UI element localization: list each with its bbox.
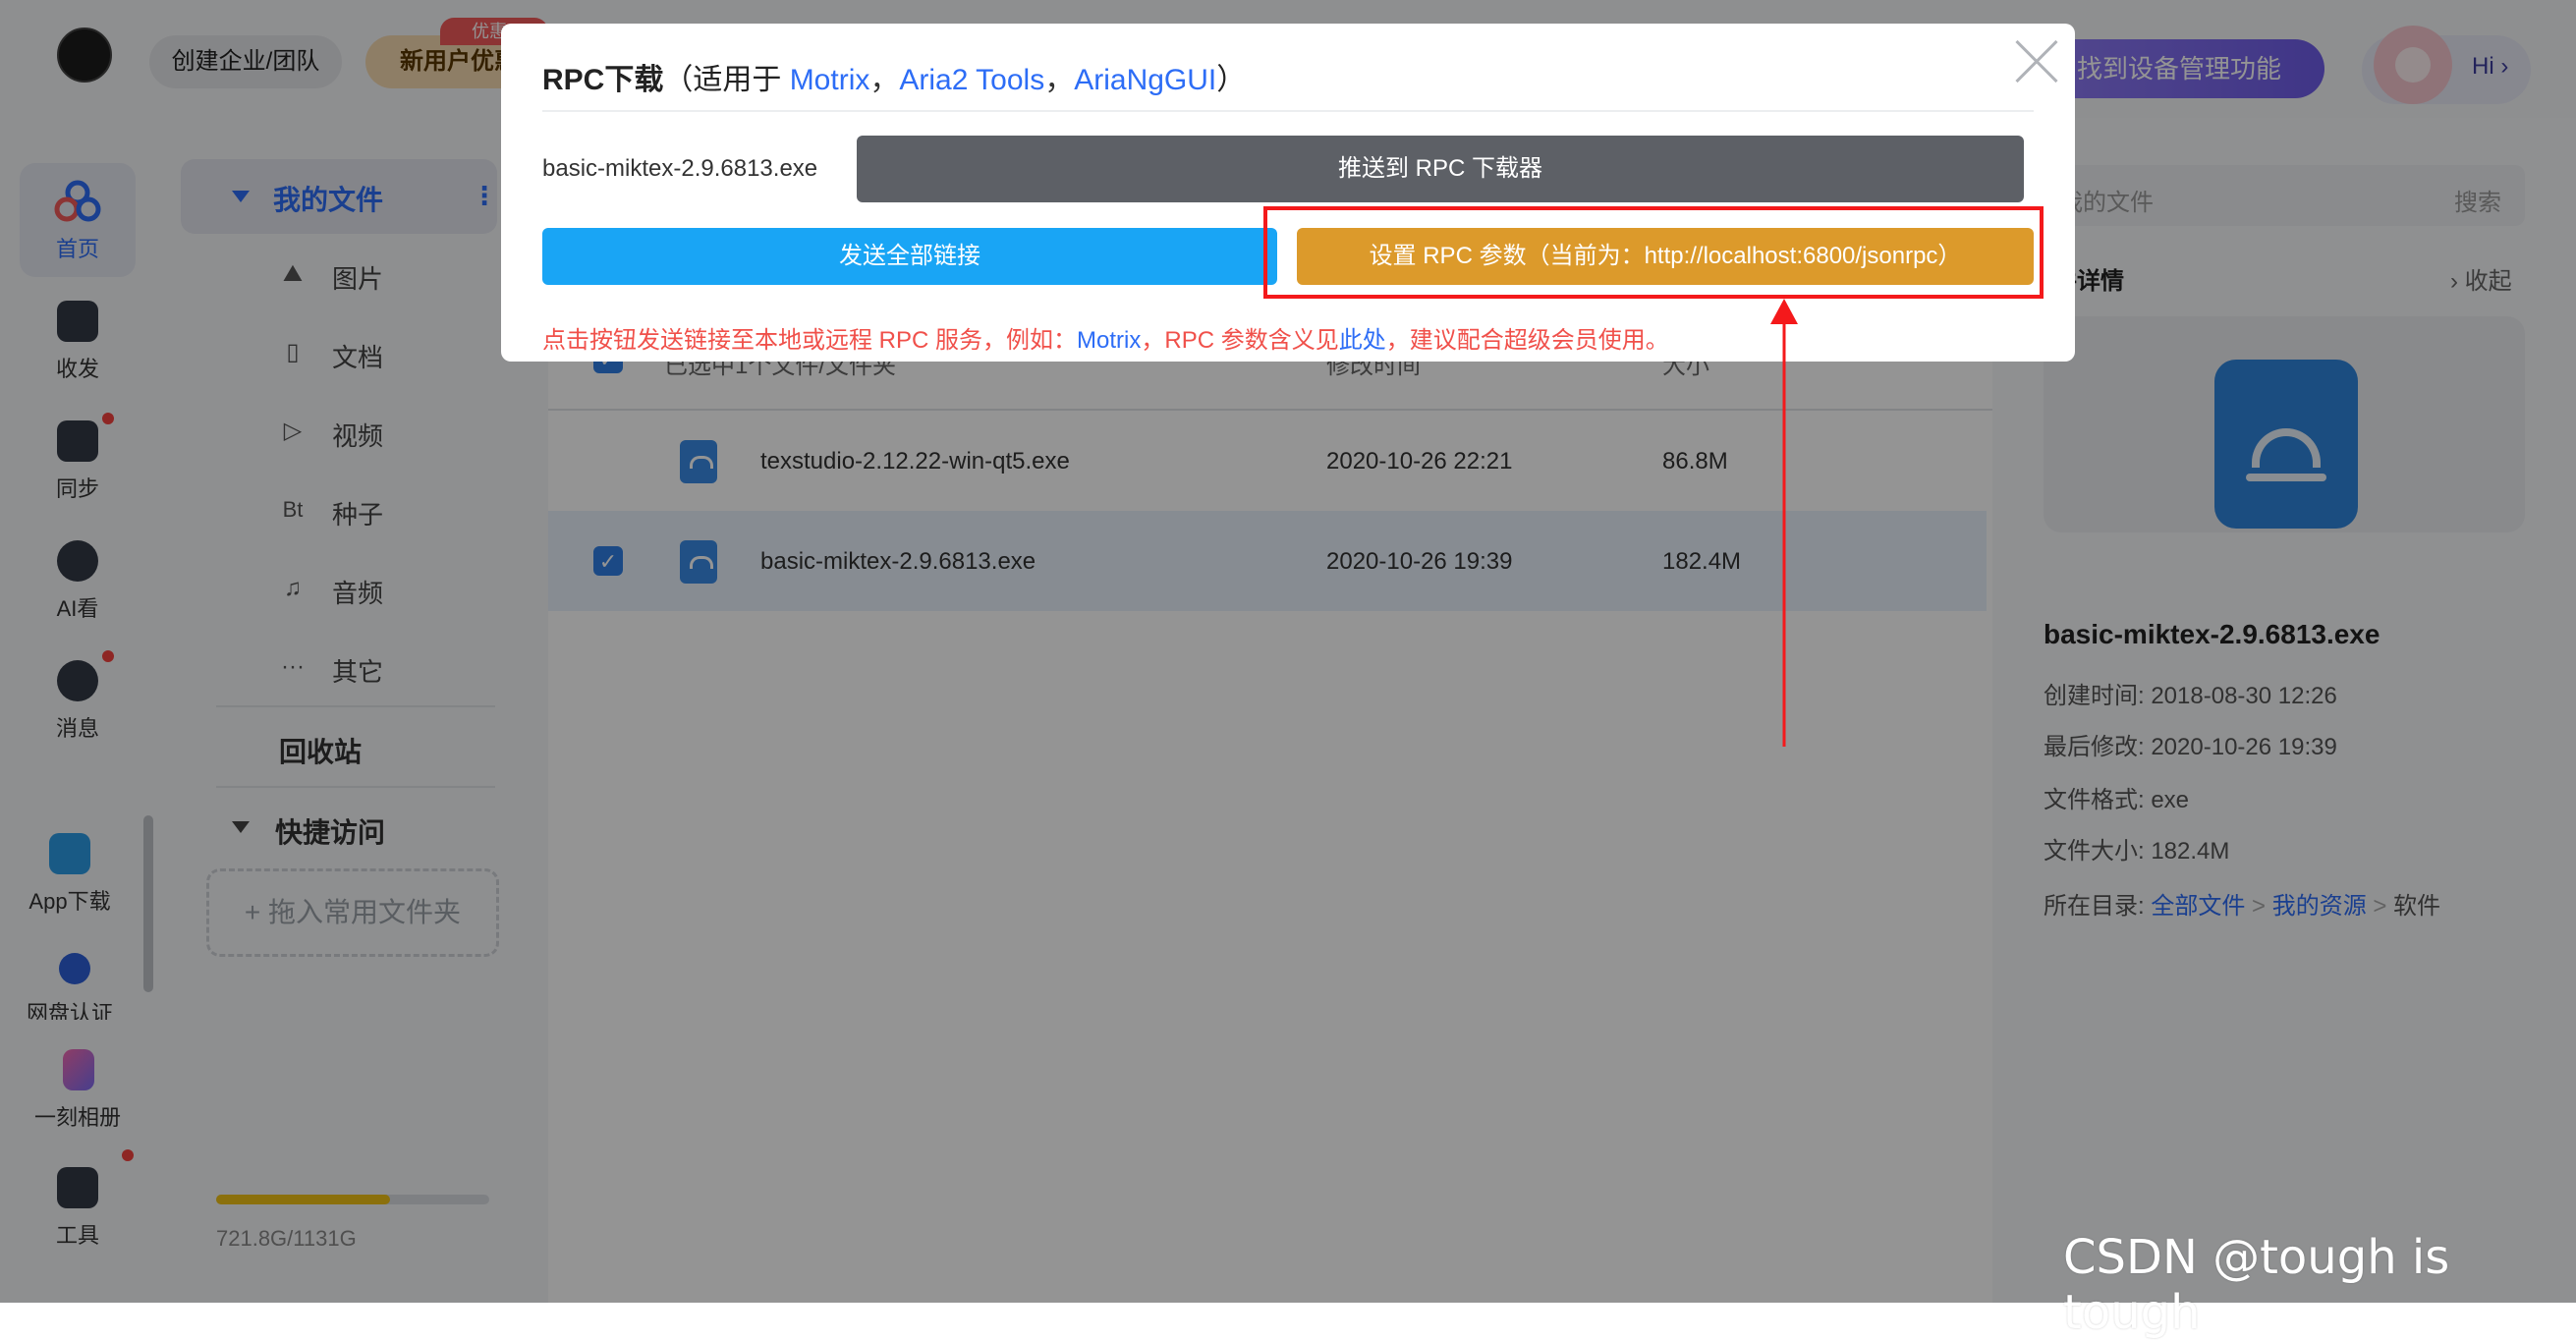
note-text: ，建议配合超级会员使用。 xyxy=(1385,327,1669,354)
note-text: 点击按钮发送链接至本地或远程 RPC 服务，例如： xyxy=(542,327,1078,354)
dialog-title-text: RPC下载 xyxy=(542,64,664,96)
title-separator: ， xyxy=(869,64,900,96)
app-window: 创建企业/团队 新用户优惠 优惠¥ 找到设备管理功能 Hi › 首页 收发 同步… xyxy=(0,0,2576,1340)
dialog-note: 点击按钮发送链接至本地或远程 RPC 服务，例如：Motrix，RPC 参数含义… xyxy=(542,320,1669,355)
link-ariang-gui[interactable]: AriaNgGUI xyxy=(1074,64,1216,96)
watermark: CSDN @tough is tough xyxy=(2063,1230,2450,1340)
dialog-title: RPC下载（适用于 Motrix，Aria2 Tools，AriaNgGUI） xyxy=(542,55,1246,98)
dialog-divider xyxy=(542,110,2034,112)
note-text: ，RPC 参数含义见 xyxy=(1141,327,1339,354)
note-link-motrix[interactable]: Motrix xyxy=(1077,327,1141,354)
dialog-file-name: basic-miktex-2.9.6813.exe xyxy=(542,155,818,182)
annotation-highlight-box xyxy=(1263,206,2044,299)
dialog-title-suffix: ） xyxy=(1216,64,1247,96)
link-motrix[interactable]: Motrix xyxy=(790,64,870,96)
note-link-here[interactable]: 此处 xyxy=(1339,327,1386,354)
link-aria2-tools[interactable]: Aria2 Tools xyxy=(899,64,1044,96)
push-to-rpc-button[interactable]: 推送到 RPC 下载器 xyxy=(857,136,2024,202)
send-all-links-button[interactable]: 发送全部链接 xyxy=(542,228,1277,285)
title-separator: ， xyxy=(1044,64,1075,96)
close-icon[interactable] xyxy=(2014,39,2059,84)
dialog-title-prefix: （适用于 xyxy=(663,64,790,96)
